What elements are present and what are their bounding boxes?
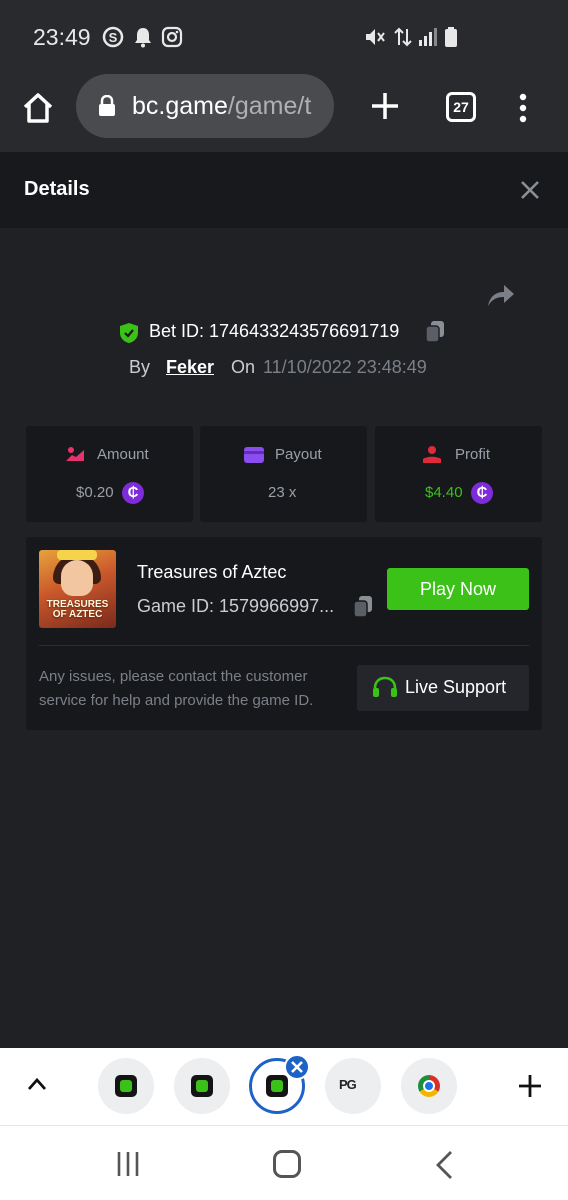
profit-card: Profit $4.40 ₵ — [375, 426, 542, 522]
tab-chrome[interactable] — [401, 1058, 457, 1114]
divider — [39, 645, 529, 646]
username-link[interactable]: Feker — [166, 357, 214, 378]
wallet-icon — [243, 444, 265, 466]
system-navigation-bar — [0, 1125, 568, 1200]
copy-bet-id-icon[interactable] — [424, 320, 446, 344]
details-header: Details — [0, 152, 568, 228]
close-icon[interactable] — [516, 176, 544, 204]
back-icon[interactable] — [434, 1150, 454, 1180]
tab-bc-game-1[interactable] — [98, 1058, 154, 1114]
profit-value: $4.40 — [425, 484, 463, 501]
pg-icon: PG — [339, 1077, 357, 1092]
status-bar: 23:49 S — [0, 0, 568, 72]
copy-game-id-icon[interactable] — [352, 595, 374, 619]
chrome-icon — [418, 1075, 440, 1097]
game-name: Treasures of Aztec — [137, 562, 287, 582]
signal-icon — [416, 26, 438, 48]
bc-game-icon — [115, 1075, 137, 1097]
tab-pg[interactable]: PG — [325, 1058, 381, 1114]
details-title: Details — [24, 178, 90, 200]
payout-card: Payout 23 x — [200, 426, 367, 522]
bet-meta-row: By Feker On 11/10/2022 23:48:49 — [0, 356, 568, 380]
url-path: /game/t — [227, 92, 312, 120]
by-label: By — [129, 357, 151, 377]
share-icon[interactable] — [484, 280, 516, 310]
address-bar[interactable]: bc.game/game/t — [76, 74, 334, 138]
bet-id: Bet ID: 1746433243576691719 — [149, 321, 400, 341]
more-menu-icon[interactable] — [512, 90, 534, 126]
bc-game-icon — [266, 1075, 288, 1097]
support-note: Any issues, please contact the customer … — [39, 668, 314, 709]
status-time: 23:49 — [33, 24, 91, 50]
thumb-face — [61, 560, 93, 596]
app-tab-strip: PG — [0, 1048, 568, 1125]
bet-id-row: Bet ID: 1746433243576691719 — [0, 320, 568, 346]
game-card: TREASURES OF AZTEC Treasures of Aztec Ga… — [26, 537, 542, 730]
bet-details-panel: Bet ID: 1746433243576691719 By Feker On … — [0, 228, 568, 1048]
game-thumbnail[interactable]: TREASURES OF AZTEC — [39, 550, 116, 628]
profit-icon — [421, 444, 443, 466]
bc-game-icon — [191, 1075, 213, 1097]
new-tab-icon[interactable] — [367, 88, 403, 124]
battery-icon — [440, 26, 462, 48]
recents-icon[interactable] — [116, 1150, 140, 1178]
verified-shield-icon — [119, 322, 139, 344]
tab-count: 27 — [453, 99, 469, 115]
on-label: On — [231, 357, 256, 377]
browser-toolbar: bc.game/game/t 27 — [0, 72, 568, 152]
coin-icon: ₵ — [471, 482, 493, 504]
play-now-button[interactable]: Play Now — [387, 568, 529, 610]
amount-card: Amount $0.20 ₵ — [26, 426, 193, 522]
url-text: bc.game/game/t — [132, 92, 311, 121]
amount-value: $0.20 — [76, 484, 114, 501]
data-arrows-icon — [392, 26, 414, 48]
profit-label: Profit — [455, 446, 491, 463]
tab-bc-game-2[interactable] — [174, 1058, 230, 1114]
live-support-label: Live Support — [405, 677, 507, 697]
mute-icon — [364, 26, 386, 48]
live-support-button[interactable]: Live Support — [357, 665, 529, 711]
headset-icon — [372, 676, 398, 700]
amount-label: Amount — [97, 446, 149, 463]
close-tab-icon[interactable] — [284, 1054, 310, 1080]
coin-icon: ₵ — [122, 482, 144, 504]
tab-switcher-button[interactable]: 27 — [446, 92, 476, 122]
skype-icon: S — [102, 26, 124, 48]
game-thumbnail-title: TREASURES OF AZTEC — [46, 599, 109, 620]
chevron-up-icon[interactable] — [26, 1076, 48, 1092]
lock-icon — [98, 94, 116, 117]
home-nav-icon[interactable] — [273, 1150, 301, 1178]
instagram-icon — [161, 26, 183, 48]
home-icon[interactable] — [20, 90, 56, 126]
url-domain: bc.game — [132, 92, 228, 120]
amount-icon — [64, 444, 86, 466]
payout-label: Payout — [275, 446, 322, 463]
thumb-crown — [57, 550, 97, 560]
svg-text:S: S — [109, 30, 118, 45]
bell-icon — [132, 26, 154, 48]
add-tab-icon[interactable] — [518, 1074, 542, 1098]
payout-value: 23 x — [268, 484, 297, 501]
game-id: Game ID: 1579966997... — [137, 596, 335, 616]
bet-timestamp: 11/10/2022 23:48:49 — [263, 357, 427, 377]
